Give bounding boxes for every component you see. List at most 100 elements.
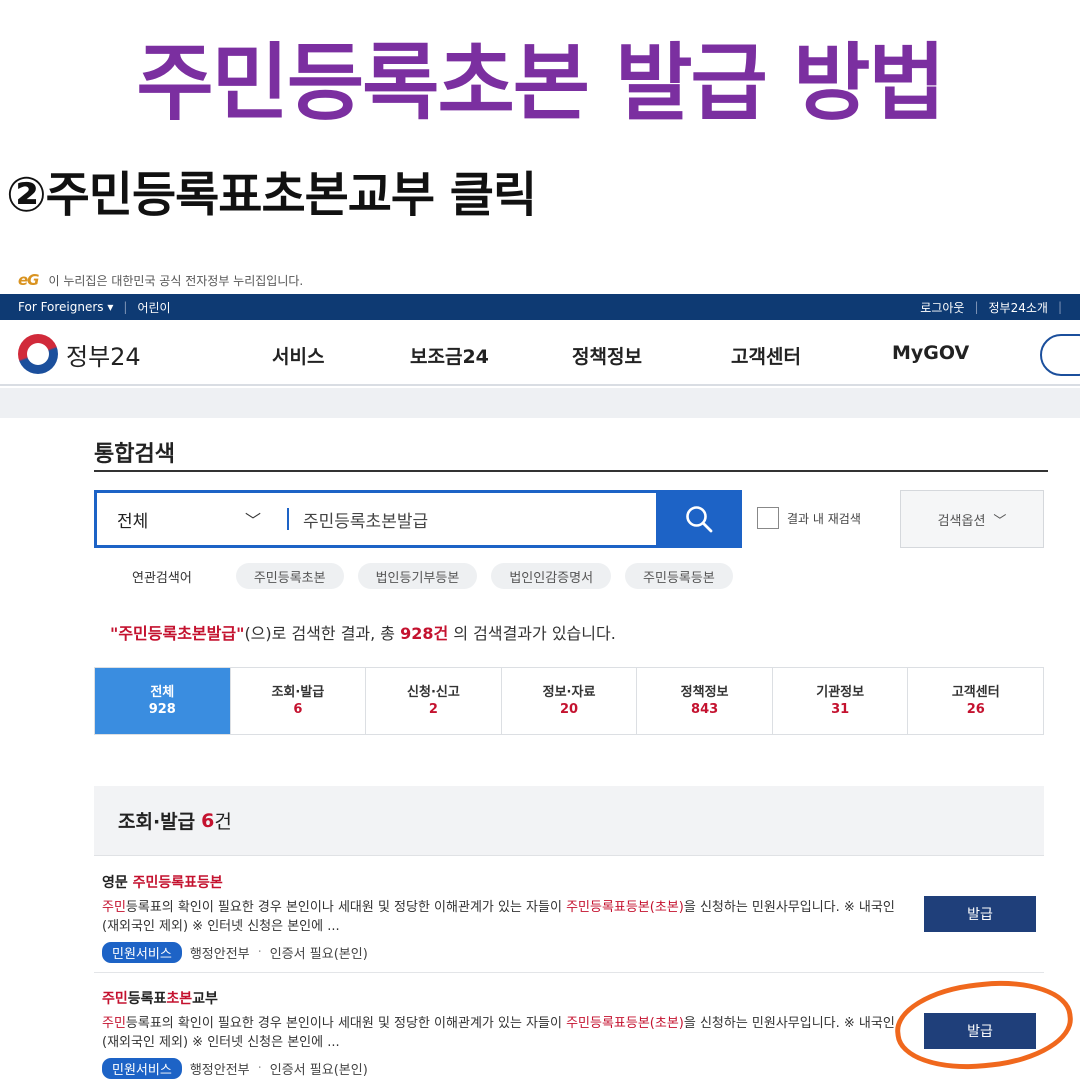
gov-notice-text: 이 누리집은 대한민국 공식 전자정부 누리집입니다.: [48, 273, 304, 288]
nav-customer-center[interactable]: 고객센터: [731, 342, 801, 369]
search-input[interactable]: 주민등록초본발급: [303, 507, 656, 532]
about-link[interactable]: 정부24소개: [989, 299, 1048, 316]
related-keyword-chip[interactable]: 주민등록등본: [625, 563, 733, 589]
meta-separator: ·: [257, 1061, 262, 1076]
tab-label: 신청·신고: [407, 685, 460, 700]
tab-count: 31: [831, 702, 850, 717]
search-scope-select[interactable]: 전체 ﹀: [97, 507, 287, 532]
divider: |: [974, 300, 979, 314]
gov-notice: eG 이 누리집은 대한민국 공식 전자정부 누리집입니다.: [18, 268, 303, 292]
meta-separator: ·: [257, 945, 262, 960]
result-summary: "주민등록초본발급"(으)로 검색한 결과, 총 928건 의 검색결과가 있습…: [110, 620, 616, 644]
header-search-button[interactable]: [1040, 334, 1080, 376]
category-tabs: 전체 928 조회·발급 6 신청·신고 2 정보·자료 20 정책정보 843…: [94, 667, 1044, 735]
related-keyword-chip[interactable]: 법인등기부등본: [357, 563, 478, 589]
nav-subsidy24[interactable]: 보조금24: [410, 342, 489, 369]
breadcrumb-strip: [0, 388, 1080, 418]
page-title: 통합검색: [94, 442, 175, 467]
tab-label: 고객센터: [951, 685, 1000, 700]
main-title: 주민등록초본 발급 방법: [136, 34, 945, 132]
search-icon: [686, 506, 713, 533]
global-nav: 정부24 서비스 보조금24 정책정보 고객센터 MyGOV: [0, 320, 1080, 386]
tab-count: 928: [148, 702, 176, 717]
result-title-highlight: 초본: [166, 991, 193, 1007]
result-meta: 민원서비스 행정안전부 · 인증서 필요(본인): [102, 942, 1044, 963]
nav-policy-info[interactable]: 정책정보: [572, 342, 642, 369]
step-title: ②주민등록표초본교부 클릭: [6, 167, 537, 223]
tab-count: 843: [691, 702, 719, 717]
logout-link[interactable]: 로그아웃: [920, 299, 964, 316]
tab-info-data[interactable]: 정보·자료 20: [502, 668, 638, 734]
site-logo-text: 정부24: [66, 342, 141, 371]
result-title[interactable]: 영문 주민등록표등본: [102, 872, 1044, 892]
divider: |: [123, 300, 128, 314]
heading-divider: [94, 470, 1048, 472]
search-within-checkbox[interactable]: [757, 507, 779, 529]
site-logo[interactable]: 정부24: [18, 334, 141, 374]
chevron-down-icon: ﹀: [244, 511, 261, 530]
tab-count: 6: [293, 702, 303, 717]
tab-count: 20: [559, 702, 579, 717]
tab-count: 2: [428, 702, 438, 717]
desc-highlight: 주민등록표등본(초본): [566, 900, 684, 915]
service-type-badge: 민원서비스: [102, 1058, 182, 1079]
tab-label: 정보·자료: [542, 685, 596, 700]
desc-text: 등록표의 확인이 필요한 경우 본인이나 세대원 및 정당한 이해관계가 있는 …: [125, 900, 567, 915]
section-header: 조회·발급 6건: [94, 786, 1044, 856]
section-count: 6: [201, 809, 215, 832]
result-cert-requirement: 인증서 필요(본인): [269, 1063, 368, 1078]
nav-services[interactable]: 서비스: [272, 342, 324, 369]
result-title-highlight: 주민: [102, 991, 128, 1007]
divider: |: [1057, 300, 1062, 314]
for-foreigners-link[interactable]: For Foreigners ▾: [18, 300, 113, 314]
tab-label: 전체: [150, 685, 175, 700]
taegeuk-logo-icon: [18, 334, 58, 374]
search-box: 전체 ﹀ 주민등록초본발급: [94, 490, 742, 548]
result-title-text: 영문: [102, 875, 133, 891]
issue-button-english-resident-copy[interactable]: 발급: [924, 896, 1036, 932]
tab-label: 정책정보: [680, 685, 729, 700]
result-summary-text: 의 검색결과가 있습니다.: [448, 624, 616, 643]
kids-link[interactable]: 어린이: [137, 299, 170, 316]
tab-agency-info[interactable]: 기관정보 31: [773, 668, 909, 734]
result-meta: 민원서비스 행정안전부 · 인증서 필요(본인): [102, 1058, 1044, 1079]
result-summary-count: 928건: [400, 624, 449, 643]
result-cert-requirement: 인증서 필요(본인): [269, 947, 368, 962]
result-divider: [94, 972, 1044, 973]
tab-label: 조회·발급: [271, 685, 325, 700]
desc-highlight: 주민등록표등본(초본): [566, 1016, 684, 1031]
desc-text: 등록표의 확인이 필요한 경우 본인이나 세대원 및 정당한 이해관계가 있는 …: [125, 1016, 567, 1031]
search-within-results[interactable]: 결과 내 재검색: [757, 507, 861, 529]
egov-logo-icon: eG: [18, 271, 39, 289]
search-button[interactable]: [656, 490, 742, 548]
result-agency: 행정안전부: [189, 947, 250, 962]
result-title[interactable]: 주민등록표초본교부: [102, 988, 1044, 1008]
chevron-down-icon: ﹀: [993, 513, 1007, 529]
related-keyword-chip[interactable]: 법인인감증명서: [491, 563, 612, 589]
result-agency: 행정안전부: [189, 1063, 250, 1078]
search-within-label: 결과 내 재검색: [787, 511, 861, 526]
tab-customer-center[interactable]: 고객센터 26: [908, 668, 1043, 734]
section-count-unit: 건: [214, 811, 232, 833]
result-item: 영문 주민등록표등본 주민등록표의 확인이 필요한 경우 본인이나 세대원 및 …: [102, 872, 1044, 963]
desc-highlight: 주민: [102, 1016, 126, 1031]
result-description: 주민등록표의 확인이 필요한 경우 본인이나 세대원 및 정당한 이해관계가 있…: [102, 1014, 902, 1052]
top-utility-bar: For Foreigners ▾ | 어린이 로그아웃 | 정부24소개 |: [0, 294, 1080, 320]
service-type-badge: 민원서비스: [102, 942, 182, 963]
tab-label: 기관정보: [816, 685, 865, 700]
related-keywords: 연관검색어 주민등록초본 법인등기부등본 법인인감증명서 주민등록등본: [132, 563, 733, 589]
result-summary-query: "주민등록초본발급": [110, 624, 245, 643]
search-option-button[interactable]: 검색옵션 ﹀: [900, 490, 1044, 548]
related-keyword-chip[interactable]: 주민등록초본: [235, 563, 344, 589]
tab-application-report[interactable]: 신청·신고 2: [366, 668, 502, 734]
desc-highlight: 주민: [102, 900, 126, 915]
tab-policy-info[interactable]: 정책정보 843: [637, 668, 773, 734]
result-title-text: 등록표: [127, 991, 167, 1007]
tab-all[interactable]: 전체 928: [95, 668, 231, 734]
nav-mygov[interactable]: MyGOV: [892, 342, 969, 364]
result-title-text: 교부: [192, 991, 218, 1007]
tab-count: 26: [966, 702, 985, 717]
related-keywords-label: 연관검색어: [132, 570, 192, 586]
tab-inquiry-issue[interactable]: 조회·발급 6: [231, 668, 367, 734]
search-option-label: 검색옵션: [937, 513, 986, 529]
